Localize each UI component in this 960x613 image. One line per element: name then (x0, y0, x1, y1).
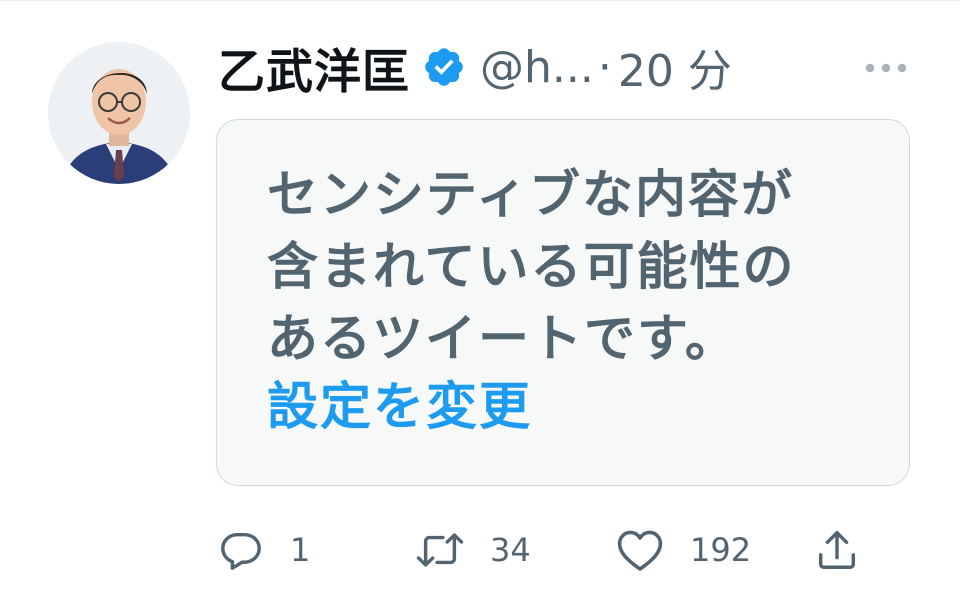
top-divider (0, 0, 960, 1)
separator-dot: · (597, 41, 612, 93)
like-count: 192 (690, 531, 752, 569)
like-button[interactable]: 192 (616, 520, 751, 580)
change-settings-link[interactable]: 設定を変更 (267, 372, 532, 444)
tweet-header: 乙武洋匡 @h... · 20 分 (218, 32, 732, 102)
tweet-actions: 1 34 192 (0, 520, 960, 580)
sensitive-message-line: 含まれている可能性の (267, 238, 796, 297)
reply-icon (221, 532, 261, 570)
share-icon (818, 531, 856, 569)
heart-icon (617, 530, 663, 571)
user-handle[interactable]: @h... (480, 42, 594, 93)
sensitive-message: センシティブな内容が 含まれている可能性の あるツイートです。 (267, 160, 867, 376)
timestamp[interactable]: 20 分 (618, 35, 732, 99)
share-button[interactable] (814, 520, 860, 580)
verified-badge-icon (425, 48, 463, 86)
sensitive-message-line: あるツイートです。 (267, 310, 738, 369)
retweet-icon (416, 533, 464, 567)
more-dots-icon (865, 63, 907, 73)
display-name[interactable]: 乙武洋匡 (218, 33, 410, 102)
more-button[interactable] (862, 58, 910, 78)
retweet-button[interactable]: 34 (414, 520, 531, 580)
sensitive-content-warning: センシティブな内容が 含まれている可能性の あるツイートです。 設定を変更 (216, 119, 910, 486)
reply-count: 1 (290, 531, 311, 569)
avatar[interactable] (48, 42, 190, 184)
reply-button[interactable]: 1 (218, 520, 310, 580)
sensitive-message-line: センシティブな内容が (267, 166, 794, 225)
retweet-count: 34 (490, 531, 531, 569)
avatar-image (48, 42, 190, 184)
